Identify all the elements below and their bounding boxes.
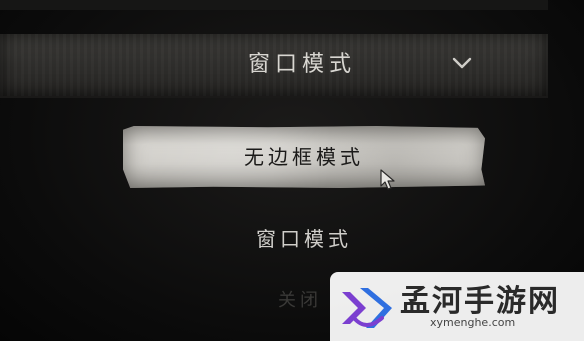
watermark: 孟河手游网 xymenghe.com: [330, 272, 584, 341]
watermark-url: xymenghe.com: [430, 316, 516, 329]
chevron-down-icon[interactable]: [452, 56, 472, 70]
option-label: 窗口模式: [256, 227, 352, 251]
option-label: 无边框模式: [244, 145, 364, 169]
option-window-mode[interactable]: 窗口模式: [123, 208, 485, 270]
close-option-partial: 关闭: [278, 290, 322, 311]
option-borderless-mode[interactable]: 无边框模式: [123, 126, 485, 188]
watermark-name: 孟河手游网: [400, 284, 560, 319]
display-mode-selected-value[interactable]: 窗口模式: [248, 50, 368, 80]
mouse-cursor-icon: [380, 169, 395, 190]
top-rim: [0, 0, 548, 10]
display-mode-dropdown: 无边框模式 窗口模式: [90, 112, 512, 292]
menghe-logo-icon: [342, 288, 392, 328]
